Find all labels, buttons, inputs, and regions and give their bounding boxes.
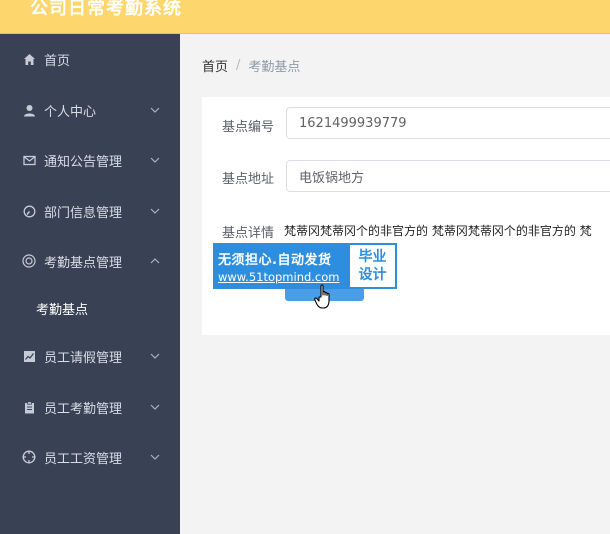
home-icon (22, 52, 36, 66)
sidebar-item-leave[interactable]: 员工请假管理 (0, 336, 180, 376)
sidebar-item-personal-center[interactable]: 个人中心 (0, 90, 180, 130)
id-label: 基点编号 (222, 120, 275, 135)
target-icon (22, 254, 36, 268)
chevron-down-icon (150, 404, 160, 410)
watermark-url: www.51topmind.com (218, 269, 340, 284)
detail-label: 基点详情 (222, 226, 275, 241)
chevron-down-icon (150, 107, 160, 113)
sidebar-item-notice[interactable]: 通知公告管理 (0, 140, 180, 180)
sidebar-item-department[interactable]: 部门信息管理 (0, 191, 180, 231)
sidebar-item-label: 个人中心 (44, 104, 97, 120)
sidebar-item-home[interactable]: 首页 (0, 39, 180, 79)
watermark-slogan: 无须担心.自动发货 (218, 252, 332, 268)
address-field[interactable]: 电饭锅地方 (286, 160, 610, 192)
sidebar-item-label: 员工工资管理 (44, 451, 123, 467)
user-icon (22, 103, 36, 117)
chevron-down-icon (150, 157, 160, 163)
sidebar-item-label: 首页 (44, 53, 71, 69)
app-title: 公司日常考勤系统 (30, 0, 182, 19)
watermark-banner: 无须担心.自动发货 www.51topmind.com 毕业 设计 (213, 243, 397, 289)
watermark-right: 毕业 设计 (348, 243, 397, 289)
chart-icon (22, 349, 36, 363)
chevron-down-icon (150, 454, 160, 460)
detail-text: 梵蒂冈梵蒂冈个的非官方的 梵蒂冈梵蒂冈个的非官方的 梵 (284, 224, 592, 238)
submenu-item-label: 考勤基点 (36, 302, 89, 318)
crosshair-icon (22, 450, 36, 464)
chevron-up-icon (150, 258, 160, 264)
breadcrumb-separator: / (236, 58, 241, 73)
address-label: 基点地址 (222, 172, 275, 187)
sidebar-item-label: 员工请假管理 (44, 350, 123, 366)
sidebar-item-attendance[interactable]: 员工考勤管理 (0, 387, 180, 427)
main-content: 首页 / 考勤基点 基点编号 1621499939779 基点地址 电饭锅地方 … (180, 34, 610, 534)
sidebar-item-label: 通知公告管理 (44, 154, 123, 170)
sidebar-item-label: 考勤基点管理 (44, 255, 123, 271)
top-header: 公司日常考勤系统 (0, 0, 610, 34)
chevron-down-icon (150, 353, 160, 359)
gauge-icon (22, 204, 36, 218)
watermark-right-line1: 毕业 (358, 249, 387, 265)
breadcrumb-home[interactable]: 首页 (202, 56, 228, 75)
submenu-item-attendance-point[interactable]: 考勤基点 (0, 288, 180, 328)
clipboard-icon (22, 400, 36, 414)
hand-cursor-icon (314, 284, 330, 309)
sidebar-item-salary[interactable]: 员工工资管理 (0, 437, 180, 477)
sidebar-item-attendance-point[interactable]: 考勤基点管理 (0, 241, 180, 281)
mail-icon (22, 153, 36, 167)
id-field[interactable]: 1621499939779 (286, 107, 610, 139)
watermark-right-line2: 设计 (358, 267, 387, 283)
detail-card: 基点编号 1621499939779 基点地址 电饭锅地方 基点详情 梵蒂冈梵蒂… (202, 97, 610, 335)
breadcrumb-current: 考勤基点 (248, 60, 301, 75)
chevron-down-icon (150, 208, 160, 214)
sidebar-item-label: 部门信息管理 (44, 205, 123, 221)
sidebar: 首页 个人中心 通知公告管理 部门信息管理 考勤基点管理 考勤基点 员工请假管理… (0, 34, 180, 534)
sidebar-item-label: 员工考勤管理 (44, 401, 123, 417)
watermark-left: 无须担心.自动发货 www.51topmind.com (213, 243, 348, 289)
breadcrumb: 首页 / 考勤基点 (202, 56, 300, 75)
